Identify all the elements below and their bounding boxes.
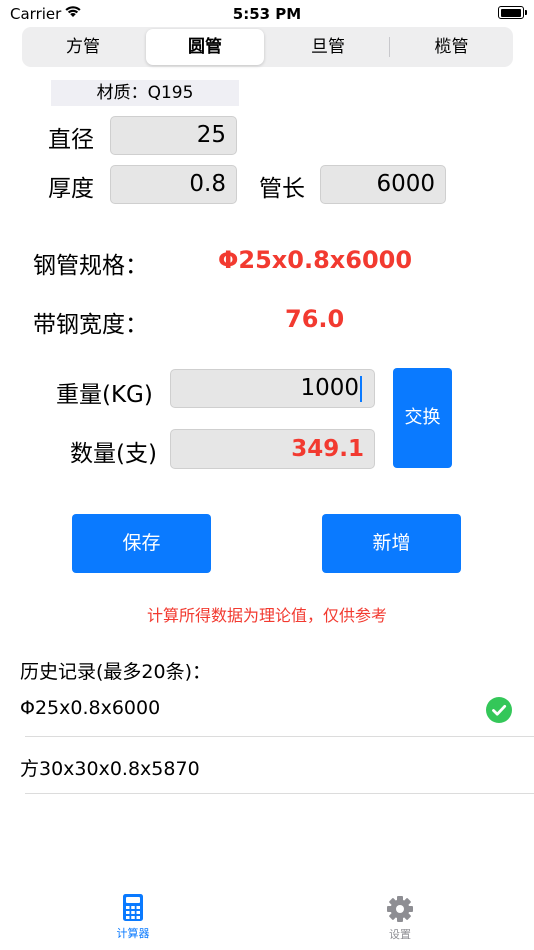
- segment-square-pipe[interactable]: 方管: [22, 27, 144, 67]
- strip-width-label: 带钢宽度：: [33, 312, 148, 338]
- history-item-text: Φ25x0.8x6000: [20, 697, 161, 719]
- tab-settings-label: 设置: [389, 928, 411, 941]
- diameter-input[interactable]: 25: [110, 116, 237, 155]
- weight-value: 1000: [300, 375, 359, 401]
- history-item[interactable]: Φ25x0.8x6000: [20, 682, 534, 736]
- swap-button[interactable]: 交换: [393, 368, 452, 468]
- diameter-label: 直径: [48, 127, 94, 153]
- quantity-input[interactable]: 349.1: [170, 429, 375, 469]
- material-label[interactable]: 材质：Q195: [51, 80, 239, 106]
- history-item-text: 方30x30x0.8x5870: [20, 758, 200, 780]
- thickness-input[interactable]: 0.8: [110, 165, 237, 204]
- add-button[interactable]: 新增: [322, 514, 461, 573]
- tab-settings[interactable]: 设置: [350, 895, 450, 942]
- text-cursor: [360, 375, 362, 402]
- spec-value: Φ25x0.8x6000: [218, 246, 413, 274]
- weight-input[interactable]: 1000: [170, 369, 375, 408]
- strip-width-value: 76.0: [285, 305, 345, 333]
- tab-calculator-label: 计算器: [116, 927, 150, 940]
- spec-label: 钢管规格：: [33, 253, 148, 279]
- tab-calculator[interactable]: 计算器: [83, 893, 183, 941]
- checkmark-icon: [486, 697, 512, 723]
- save-button[interactable]: 保存: [72, 514, 211, 573]
- segment-olive-pipe[interactable]: 榄管: [390, 27, 513, 67]
- calculator-icon: [122, 893, 144, 922]
- status-bar: Carrier 5:53 PM: [0, 0, 534, 28]
- length-input[interactable]: 6000: [320, 165, 446, 204]
- weight-label: 重量(KG): [56, 382, 153, 408]
- pipe-type-segmented-control: 方管 圆管 旦管 榄管: [22, 27, 513, 67]
- segment-round-pipe[interactable]: 圆管: [146, 29, 264, 65]
- segment-dan-pipe[interactable]: 旦管: [267, 27, 389, 67]
- history-title: 历史记录(最多20条)：: [20, 661, 212, 683]
- disclaimer-notice: 计算所得数据为理论值，仅供参考: [146, 606, 387, 625]
- quantity-label: 数量(支): [70, 441, 157, 467]
- status-time: 5:53 PM: [232, 5, 302, 23]
- length-label: 管长: [259, 176, 305, 202]
- row-separator: [25, 793, 534, 794]
- battery-icon: [498, 6, 527, 19]
- gear-icon: [386, 895, 414, 923]
- thickness-label: 厚度: [48, 176, 94, 202]
- history-item[interactable]: 方30x30x0.8x5870: [20, 737, 534, 793]
